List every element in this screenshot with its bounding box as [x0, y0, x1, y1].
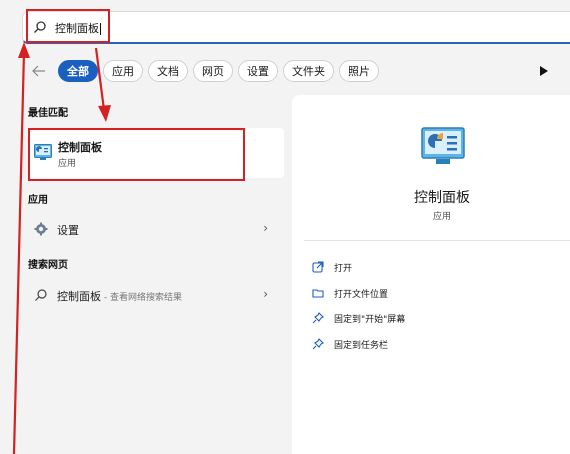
- filter-chip-photos[interactable]: 照片: [339, 60, 379, 82]
- open-external-icon: [312, 261, 324, 273]
- action-open[interactable]: 打开: [312, 258, 352, 276]
- filter-chip-all[interactable]: 全部: [58, 60, 98, 82]
- filter-chip-settings[interactable]: 设置: [238, 60, 278, 82]
- action-open-file-location[interactable]: 打开文件位置: [312, 284, 388, 302]
- detail-subtitle: 应用: [432, 212, 451, 222]
- apps-heading: 应用: [28, 195, 48, 206]
- list-item-label: 设置: [57, 224, 79, 237]
- filter-chip-documents[interactable]: 文档: [148, 60, 188, 82]
- action-pin-to-taskbar[interactable]: 固定到任务栏: [312, 335, 388, 353]
- best-match-heading: 最佳匹配: [28, 108, 68, 119]
- pin-icon: [312, 312, 324, 324]
- result-highlight-box: [28, 128, 245, 181]
- search-highlight-box: [26, 9, 110, 43]
- more-filters-play-icon[interactable]: [538, 64, 550, 78]
- pin-icon: [312, 338, 324, 350]
- filter-bar: 全部 应用 文档 网页 设置 文件夹 照片: [28, 58, 384, 84]
- web-search-heading: 搜索网页: [28, 260, 68, 271]
- filter-chip-web[interactable]: 网页: [193, 60, 233, 82]
- filter-chip-apps[interactable]: 应用: [103, 60, 143, 82]
- detail-panel: 控制面板 应用 打开 打开文件位置 固定到"开始"屏幕 固定到任务栏: [292, 95, 570, 454]
- gear-icon: [34, 222, 48, 236]
- action-pin-to-start[interactable]: 固定到"开始"屏幕: [312, 309, 405, 327]
- action-label: 固定到"开始"屏幕: [334, 314, 406, 325]
- annotation-arrow-up: [12, 51, 26, 454]
- list-item-settings[interactable]: 设置 ›: [28, 218, 278, 240]
- chevron-right-icon[interactable]: ›: [263, 221, 268, 235]
- filter-chip-folders[interactable]: 文件夹: [283, 60, 334, 82]
- start-search-window: 控制面板 全部 应用 文档 网页 设置 文件夹 照片 最佳匹配 控制面板 应用 …: [0, 0, 570, 454]
- detail-title: 控制面板: [414, 190, 470, 206]
- back-arrow-icon[interactable]: [28, 60, 50, 82]
- list-item-label: 控制面板 - 查看网络搜索结果: [57, 290, 182, 303]
- web-search-suffix: - 查看网络搜索结果: [101, 293, 182, 303]
- arrowhead-down: [98, 105, 111, 122]
- folder-icon: [312, 289, 324, 298]
- action-label: 打开: [334, 263, 353, 274]
- control-panel-large-icon: [421, 127, 465, 164]
- divider: [304, 240, 570, 241]
- action-label: 打开文件位置: [334, 289, 389, 300]
- search-icon: [35, 289, 47, 301]
- action-label: 固定到任务栏: [334, 340, 389, 351]
- list-item-web-search[interactable]: 控制面板 - 查看网络搜索结果 ›: [28, 284, 278, 306]
- arrowhead-up: [18, 42, 30, 58]
- chevron-right-icon[interactable]: ›: [263, 287, 268, 301]
